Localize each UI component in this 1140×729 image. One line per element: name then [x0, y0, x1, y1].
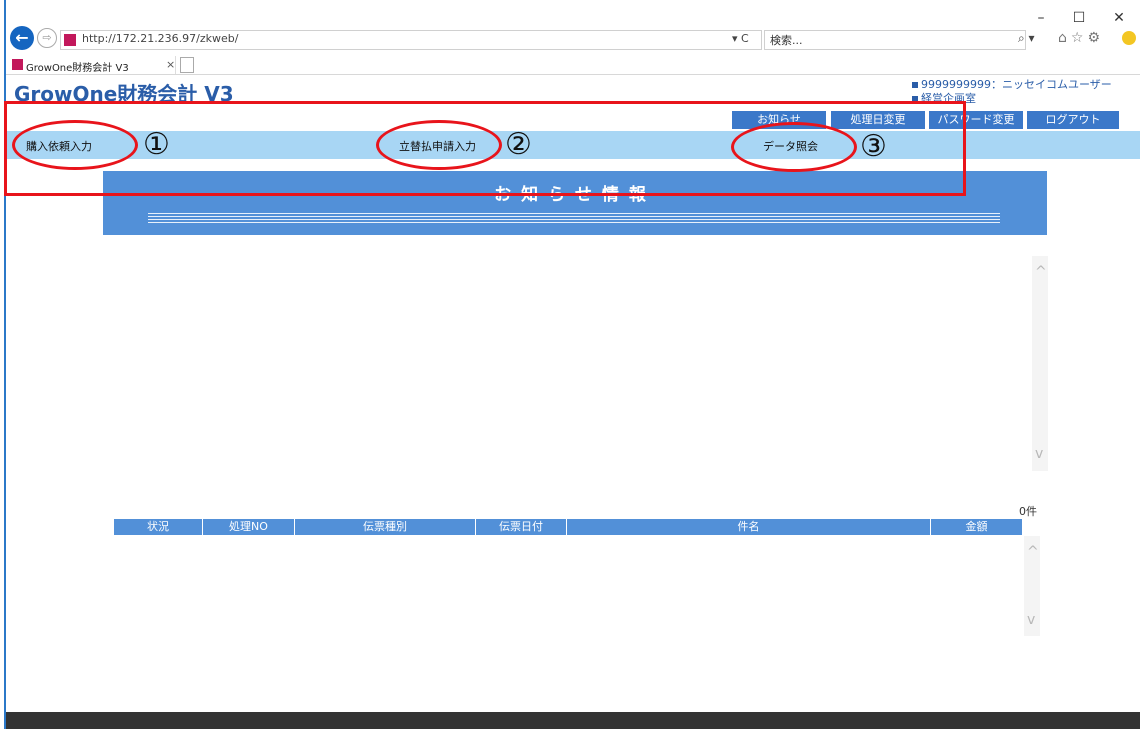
scroll-up-icon[interactable]: ^ [1027, 544, 1039, 560]
address-dropdown-refresh[interactable]: ▾ C [732, 32, 749, 45]
col-header-status[interactable]: 状況 [114, 519, 203, 535]
annotation-number-2: ② [505, 127, 532, 162]
col-header-amount[interactable]: 金額 [931, 519, 1022, 535]
forward-arrow-icon: ⇨ [42, 31, 52, 44]
toolbar-icons[interactable]: ⌂☆⚙ [1058, 30, 1104, 46]
notice-divider [148, 216, 1000, 217]
user-name: 9999999999：ニッセイコムユーザー [921, 78, 1112, 91]
annotation-number-1: ① [143, 127, 170, 162]
bullet-square-icon [912, 82, 918, 88]
col-header-process-no[interactable]: 処理NO [203, 519, 295, 535]
notice-divider [148, 219, 1000, 220]
notice-divider [148, 222, 1000, 223]
logout-button[interactable]: ログアウト [1027, 111, 1119, 129]
smiley-icon[interactable] [1122, 31, 1136, 45]
search-box[interactable] [764, 30, 1026, 50]
new-tab-icon[interactable] [180, 57, 194, 73]
notice-divider [148, 213, 1000, 214]
maximize-button[interactable]: ☐ [1066, 8, 1092, 28]
annotation-ellipse [12, 120, 138, 170]
annotation-ellipse [376, 120, 502, 170]
scroll-up-icon[interactable]: ^ [1035, 264, 1047, 280]
close-window-button[interactable]: ✕ [1106, 8, 1132, 28]
tab-close-icon[interactable]: × [166, 58, 175, 71]
address-url[interactable]: http://172.21.236.97/zkweb/ [82, 32, 238, 45]
forward-button[interactable]: ⇨ [37, 28, 57, 48]
scroll-down-icon[interactable]: v [1035, 446, 1043, 462]
scroll-down-icon[interactable]: v [1027, 612, 1035, 628]
site-favicon-icon [64, 34, 76, 46]
annotation-ellipse [731, 122, 857, 172]
record-count: 0件 [1019, 505, 1037, 518]
col-header-subject[interactable]: 件名 [567, 519, 931, 535]
notice-scrollbar[interactable] [1032, 256, 1048, 471]
footer-bar [6, 712, 1140, 729]
annotation-number-3: ③ [860, 129, 887, 164]
tab-favicon-icon [12, 59, 23, 70]
col-header-slip-type[interactable]: 伝票種別 [295, 519, 476, 535]
back-arrow-icon: ← [15, 28, 29, 47]
tab-strip-divider [6, 74, 1140, 75]
back-button[interactable]: ← [10, 26, 34, 50]
search-input[interactable]: 検索... [770, 32, 803, 48]
tab-title[interactable]: GrowOne財務会計 V3 [26, 59, 129, 74]
search-icon[interactable]: ⌕ ▾ [1018, 31, 1035, 46]
col-header-slip-date[interactable]: 伝票日付 [476, 519, 567, 535]
minimize-button[interactable]: – [1028, 8, 1054, 28]
